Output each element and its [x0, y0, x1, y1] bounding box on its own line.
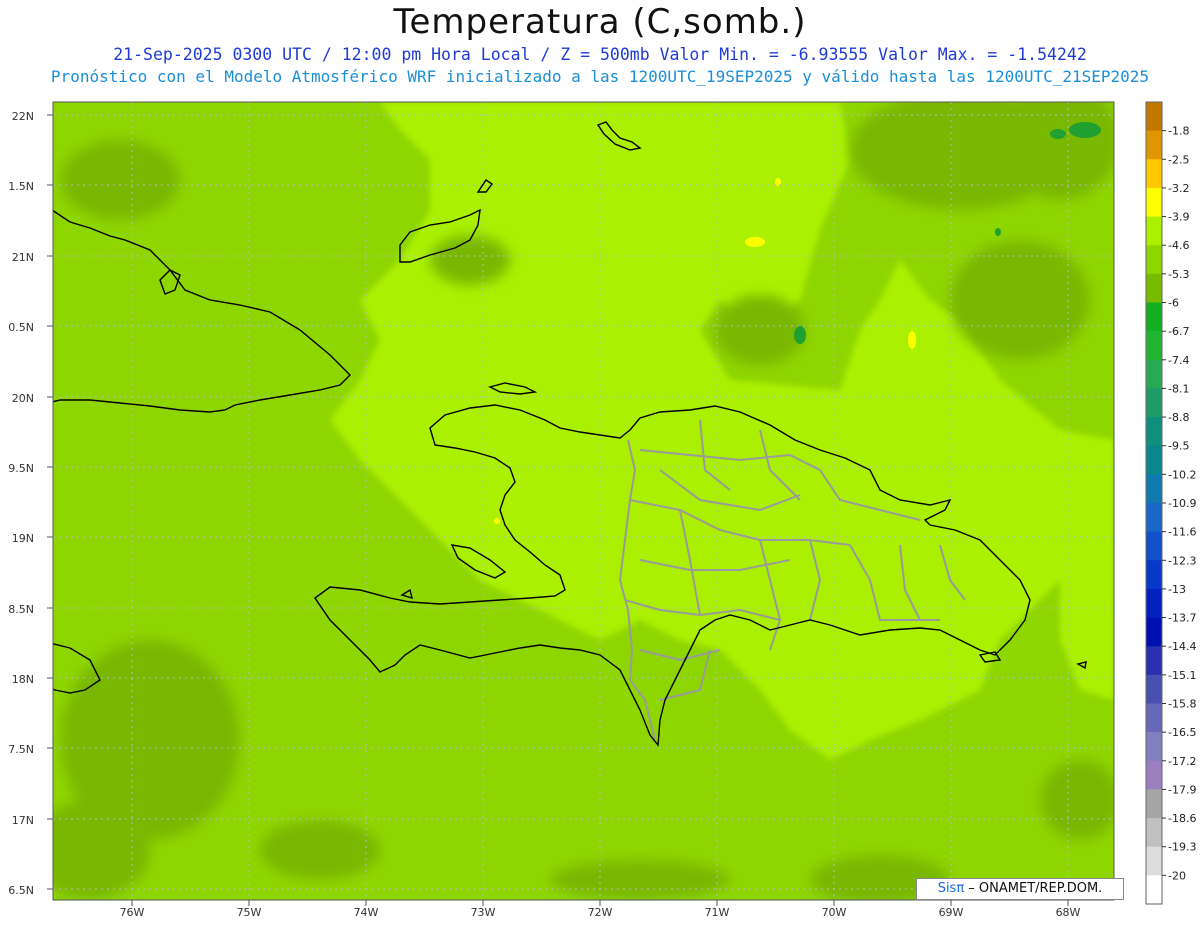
lat-ticks [47, 114, 53, 890]
legend-label: -8.8 [1168, 411, 1189, 424]
legend-label: -17.9 [1168, 783, 1196, 796]
legend-swatch [1146, 417, 1162, 447]
lat-label: 17N [12, 814, 34, 827]
legend-swatch [1146, 617, 1162, 647]
legend-label: -10.9 [1168, 497, 1196, 510]
lat-label: 22N [12, 110, 34, 123]
legend-label: -2.5 [1168, 153, 1189, 166]
lon-label: 75W [237, 906, 262, 919]
color-scale-legend: -1.8 -2.5 -3.2 -3.9 -4.6 -5.3 -6 -6.7 -7.4 -8.1 -8… [1145, 101, 1196, 905]
legend-swatch [1146, 846, 1162, 876]
legend-swatch [1146, 273, 1162, 303]
legend-label: -16.5 [1168, 726, 1196, 739]
legend-swatch [1146, 216, 1162, 246]
credit-text: – ONAMET/REP.DOM. [964, 881, 1103, 896]
lat-label: 21N [12, 251, 34, 264]
legend-swatch [1146, 503, 1162, 533]
legend-label: -4.6 [1168, 239, 1189, 252]
lat-label: 7.5N [8, 743, 34, 756]
legend-swatch [1146, 531, 1162, 561]
legend-label: -13 [1168, 583, 1186, 596]
legend-swatch [1146, 875, 1162, 905]
longitude-axis: 76W 75W 74W 73W 72W 71W 70W 69W 68W [120, 906, 1081, 919]
lon-label: 76W [120, 906, 145, 919]
legend-label: -9.5 [1168, 440, 1189, 453]
legend-swatch [1146, 474, 1162, 504]
sispi-logo-text: Sisπ [937, 881, 965, 896]
legend-swatch [1146, 674, 1162, 704]
lon-label: 70W [822, 906, 847, 919]
map-canvas: 22N 1.5N 21N 0.5N 20N 9.5N 19N 8.5N 18N … [8, 101, 1196, 919]
legend-swatch [1146, 445, 1162, 475]
lat-label: 9.5N [8, 462, 34, 475]
legend-swatch [1146, 703, 1162, 733]
legend-label: -6.7 [1168, 325, 1189, 338]
legend-label: -8.1 [1168, 382, 1189, 395]
legend-swatch [1146, 102, 1162, 132]
legend-label: -10.2 [1168, 468, 1196, 481]
legend-swatch [1146, 588, 1162, 618]
legend-label: -5.3 [1168, 268, 1189, 281]
legend-label: -13.7 [1168, 612, 1196, 625]
legend-label: -1.8 [1168, 125, 1189, 138]
legend-swatch [1146, 187, 1162, 217]
lat-label: 8.5N [8, 603, 34, 616]
lat-label: 20N [12, 392, 34, 405]
lat-label: 1.5N [8, 180, 34, 193]
lat-label: 18N [12, 673, 34, 686]
legend-label: -15.8 [1168, 698, 1196, 711]
credit-box: Sisπ – ONAMET/REP.DOM. [916, 878, 1124, 900]
legend-label: -7.4 [1168, 354, 1189, 367]
lat-label: 19N [12, 532, 34, 545]
lat-label: 0.5N [8, 321, 34, 334]
lon-label: 69W [939, 906, 964, 919]
legend-swatch [1146, 560, 1162, 590]
legend-swatch [1146, 331, 1162, 361]
legend-swatch [1146, 388, 1162, 418]
legend-swatch [1146, 159, 1162, 189]
legend-swatch [1146, 646, 1162, 676]
legend-label: -18.6 [1168, 812, 1196, 825]
legend-label: -12.3 [1168, 554, 1196, 567]
legend-swatch [1146, 760, 1162, 790]
lon-label: 71W [705, 906, 730, 919]
lon-ticks [131, 900, 1069, 906]
legend-swatch [1146, 245, 1162, 275]
lat-label: 6.5N [8, 884, 34, 897]
legend-swatch [1146, 818, 1162, 848]
legend-label: -19.3 [1168, 841, 1196, 854]
legend-label: -15.1 [1168, 669, 1196, 682]
legend-swatch [1146, 302, 1162, 332]
lon-label: 68W [1056, 906, 1081, 919]
temperature-field [53, 102, 1114, 900]
legend-label: -3.2 [1168, 182, 1189, 195]
lon-label: 74W [354, 906, 379, 919]
legend-swatch [1146, 732, 1162, 762]
legend-label: -17.2 [1168, 755, 1196, 768]
legend-swatch [1146, 130, 1162, 160]
lon-label: 72W [588, 906, 613, 919]
legend-label: -11.6 [1168, 526, 1196, 539]
legend-swatch [1146, 359, 1162, 389]
latitude-axis: 22N 1.5N 21N 0.5N 20N 9.5N 19N 8.5N 18N … [8, 110, 34, 897]
legend-label: -14.4 [1168, 640, 1196, 653]
legend-swatch [1146, 789, 1162, 819]
legend-label: -3.9 [1168, 211, 1189, 224]
legend-label: -6 [1168, 297, 1179, 310]
lon-label: 73W [471, 906, 496, 919]
legend-label: -20 [1168, 869, 1186, 882]
